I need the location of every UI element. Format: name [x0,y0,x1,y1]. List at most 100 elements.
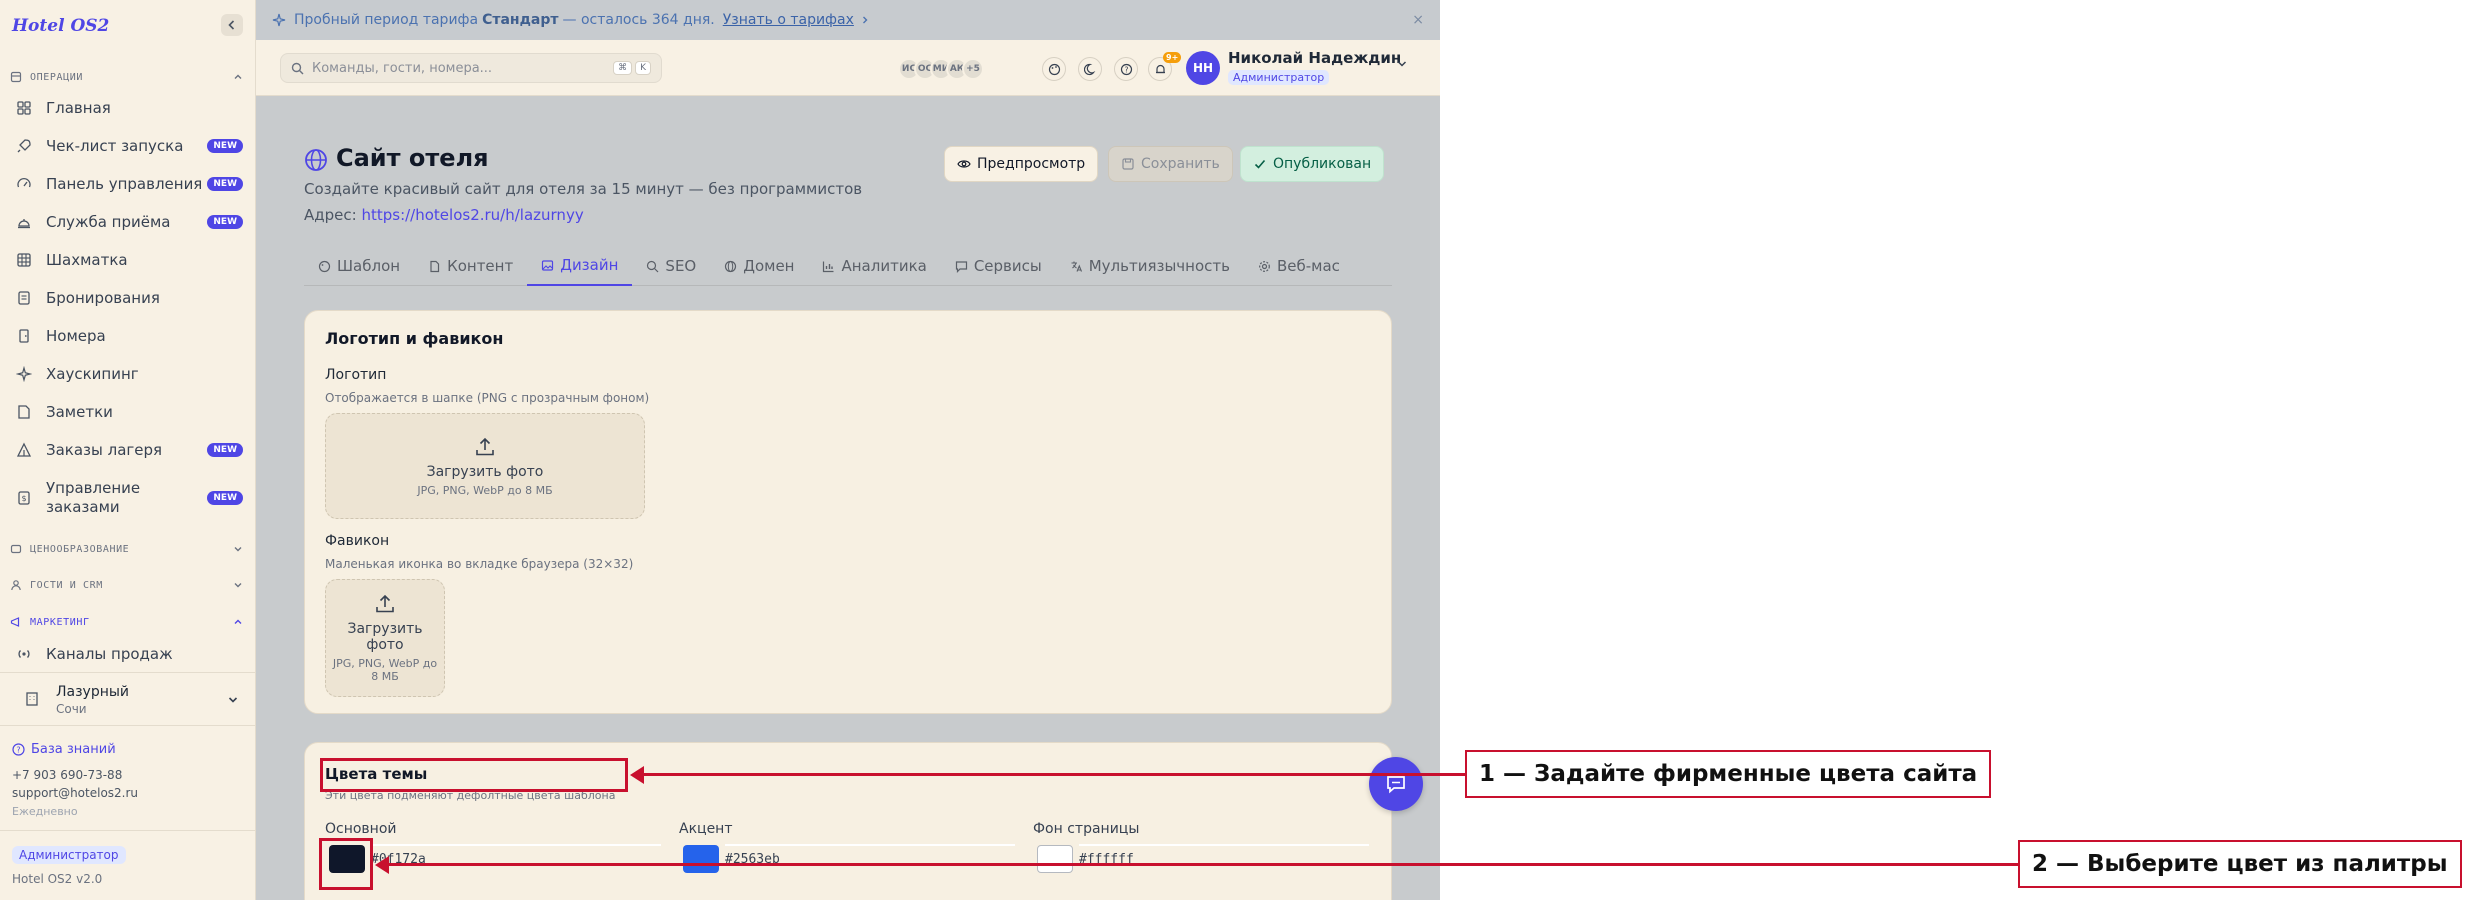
building-icon [26,692,38,706]
tab-webmaster[interactable]: Веб-мас [1244,246,1354,286]
section-marketing[interactable]: МАРКЕТИНГ [10,613,243,631]
shortcut-cmd: ⌘ [613,61,633,75]
favicon-upload-dropzone[interactable]: Загрузить фото JPG, PNG, WebP до 8 МБ [325,579,445,697]
hotel-switcher[interactable]: Лазурный Сочи [0,672,255,726]
tab-label: Контент [447,257,514,275]
published-button[interactable]: Опубликован [1240,146,1385,182]
sidebar-item-rooms[interactable]: Номера [16,324,243,348]
online-users[interactable]: ИС ОС МИ АК +5 [898,58,984,80]
support-email[interactable]: support@hotelos2.ru [12,786,138,800]
sidebar-item-sales-channels[interactable]: Каналы продаж [16,642,243,666]
bell-icon [1155,64,1165,73]
site-tabs: Шаблон Контент Дизайн SEO Домен Аналитик… [304,246,1392,286]
tent-icon [16,442,32,457]
megaphone-icon [10,617,20,627]
save-label: Сохранить [1141,156,1220,172]
sidebar-item-front-desk[interactable]: Служба приёма NEW [16,210,243,234]
banner-plan: Стандарт [482,12,559,28]
divider [371,844,661,846]
sidebar-item-camp-orders[interactable]: Заказы лагеря NEW [16,438,243,462]
help-button[interactable]: ? [1114,57,1138,81]
note-icon [18,405,30,419]
svg-text:$: $ [21,494,26,503]
grid-icon [17,253,31,267]
help-circle-icon: ? [12,743,25,756]
new-badge: NEW [207,215,243,229]
logo-upload-dropzone[interactable]: Загрузить фото JPG, PNG, WebP до 8 МБ [325,413,645,519]
background-color-swatch[interactable] [1037,845,1073,873]
support-chat-button[interactable] [1369,757,1423,811]
theme-palette-button[interactable] [1042,57,1066,81]
section-guests-crm[interactable]: ГОСТИ И CRM [10,576,243,594]
knowledge-base-link[interactable]: ? База знаний [12,742,116,757]
tab-template[interactable]: Шаблон [304,246,414,286]
accent-color-swatch[interactable] [683,845,719,873]
section-label: МАРКЕТИНГ [30,616,90,628]
eye-icon [957,160,971,168]
tab-seo[interactable]: SEO [632,246,710,286]
search-input[interactable]: Команды, гости, номера... [312,61,610,76]
sidebar: Hotel OS2 ОПЕРАЦИИ Главная Чек-лист запу… [0,0,256,900]
sidebar-item-notes[interactable]: Заметки [16,400,243,424]
new-badge: NEW [207,177,243,191]
tab-label: Аналитика [841,257,927,275]
section-pricing[interactable]: ЦЕНООБРАЗОВАНИЕ [10,540,243,558]
section-label: ОПЕРАЦИИ [30,71,83,83]
site-url-link[interactable]: https://hotelos2.ru/h/lazurnyy [361,206,583,224]
annotation-callout-1: 1 — Задайте фирменные цвета сайта [1465,750,1992,798]
divider [725,844,1015,846]
tab-design[interactable]: Дизайн [527,246,633,286]
help-circle-icon: ? [1120,63,1132,75]
highlight-primary-swatch [319,838,373,890]
role-badge: Администратор [12,846,126,864]
primary-color-label: Основной [325,821,397,837]
sidebar-item-launch-checklist[interactable]: Чек-лист запуска NEW [16,134,243,158]
sidebar-item-home[interactable]: Главная [16,96,243,120]
upload-icon [376,594,394,613]
save-button[interactable]: Сохранить [1108,146,1233,182]
sidebar-item-label: Каналы продаж [46,644,173,663]
tab-content[interactable]: Контент [414,246,527,286]
notifications-button[interactable]: 9+ [1148,52,1182,81]
tab-multilanguage[interactable]: Мультиязычность [1056,246,1244,286]
tab-label: Дизайн [560,256,619,274]
tab-domain[interactable]: Домен [710,246,808,286]
sidebar-item-label: Номера [46,326,106,345]
tab-analytics[interactable]: Аналитика [808,246,940,286]
chevron-down-icon [234,547,242,552]
receipt-icon: $ [18,491,30,505]
user-avatar[interactable]: НН [1186,51,1220,85]
preview-button[interactable]: Предпросмотр [944,146,1099,182]
sidebar-item-order-management[interactable]: $ Управление заказами NEW [16,476,243,520]
command-search[interactable]: Команды, гости, номера... ⌘ K [280,53,662,83]
chevron-up-icon [234,74,242,79]
tab-label: Мультиязычность [1088,257,1230,275]
logo-favicon-card: Логотип и фавикон Логотип Отображается в… [304,310,1392,714]
collapse-sidebar-button[interactable] [221,14,243,36]
chevron-down-icon[interactable] [1396,58,1408,70]
sidebar-item-chessboard[interactable]: Шахматка [16,248,243,272]
notifications-count: 9+ [1163,52,1182,63]
dark-mode-toggle[interactable] [1078,57,1102,81]
pricing-link[interactable]: Узнать о тарифах [723,12,854,28]
chart-icon [823,261,834,272]
user-name[interactable]: Николай Надеждин [1228,49,1401,67]
brand-logo[interactable]: Hotel OS2 [12,16,109,36]
hotel-name: Лазурный [56,684,130,700]
tab-label: Шаблон [337,257,401,275]
app-window: Hotel OS2 ОПЕРАЦИИ Главная Чек-лист запу… [0,0,1440,900]
search-icon [291,62,304,74]
search-icon [647,260,659,272]
tab-services[interactable]: Сервисы [941,246,1056,286]
sidebar-item-housekeeping[interactable]: Хаускипинг [16,362,243,386]
sidebar-item-label: Панель управления [46,174,203,193]
support-phone[interactable]: +7 903 690-73-88 [12,768,122,782]
tab-label: Сервисы [973,257,1042,275]
section-operations[interactable]: ОПЕРАЦИИ [10,68,243,86]
sidebar-item-control-panel[interactable]: Панель управления NEW [16,172,243,196]
svg-text:?: ? [16,746,20,755]
close-banner-button[interactable]: × [1412,12,1424,28]
sidebar-item-bookings[interactable]: Бронирования [16,286,243,310]
chevron-down-icon [234,583,242,588]
bell-icon [18,219,30,229]
